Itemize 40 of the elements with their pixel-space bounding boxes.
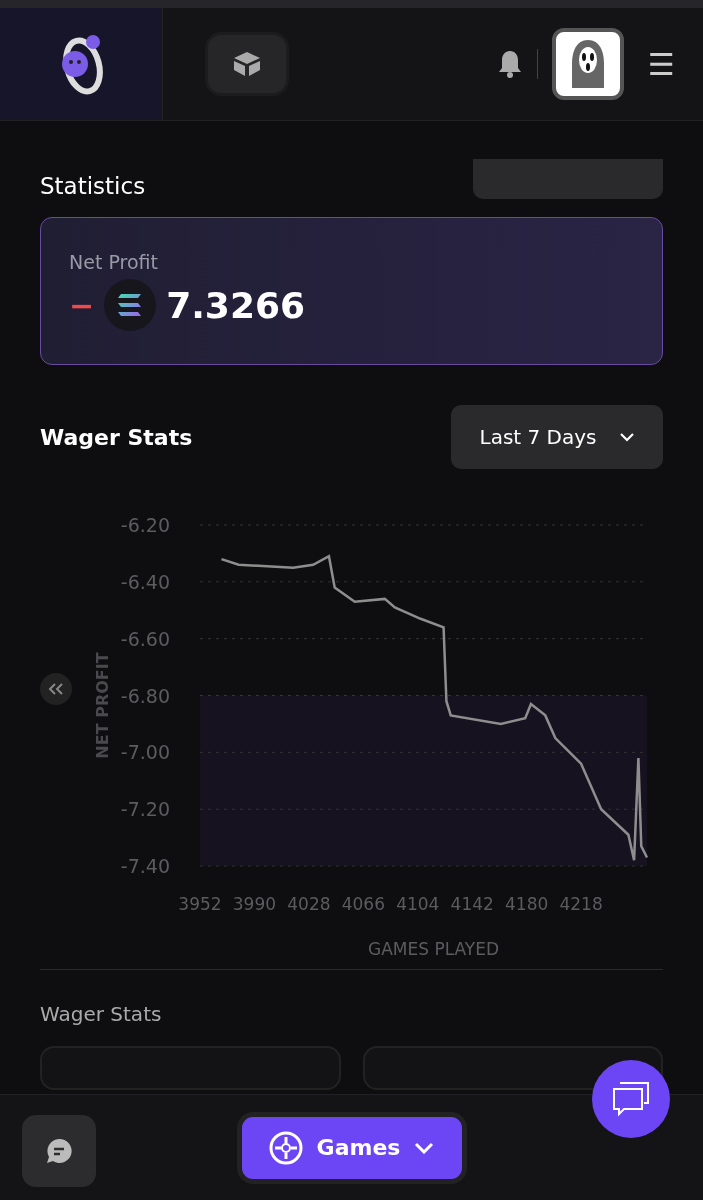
y-tick-label: -7.00 bbox=[120, 741, 170, 764]
menu-button[interactable]: ☰ bbox=[648, 46, 675, 82]
minus-sign: − bbox=[69, 287, 95, 323]
games-button[interactable]: Games bbox=[236, 1111, 467, 1184]
net-profit-label: Net Profit bbox=[69, 251, 159, 273]
net-profit-value: 7.3266 bbox=[166, 284, 306, 326]
box-icon bbox=[232, 50, 262, 78]
coin-icon bbox=[104, 279, 157, 331]
x-tick-label: 4104 bbox=[396, 894, 440, 914]
avatar[interactable] bbox=[552, 28, 625, 100]
y-axis-label: NET PROFIT bbox=[93, 652, 112, 759]
chevron-down-icon bbox=[618, 432, 635, 442]
collapse-button[interactable] bbox=[40, 673, 72, 705]
x-tick-label: 4066 bbox=[341, 894, 385, 914]
y-tick-label: -7.20 bbox=[120, 798, 170, 821]
x-tick-label: 4028 bbox=[287, 894, 331, 914]
y-tick-label: -6.40 bbox=[120, 570, 170, 593]
chat-bubbles-icon bbox=[612, 1081, 650, 1117]
y-tick-label: -6.80 bbox=[120, 684, 170, 707]
x-tick-label: 4142 bbox=[450, 894, 494, 914]
section-title: Statistics bbox=[40, 173, 146, 199]
section-title: Wager Stats bbox=[40, 1002, 163, 1026]
double-chevron-left-icon bbox=[48, 683, 64, 695]
y-tick-label: -6.60 bbox=[120, 627, 170, 650]
gamepad-icon bbox=[268, 1130, 303, 1165]
x-tick-label: 3990 bbox=[232, 894, 277, 914]
box-button[interactable] bbox=[205, 32, 289, 96]
y-tick-label: -6.20 bbox=[120, 514, 170, 536]
section-title: Wager Stats bbox=[40, 424, 193, 450]
x-tick-label: 4180 bbox=[505, 894, 549, 914]
x-tick-label: 4218 bbox=[559, 894, 603, 914]
speech-bubble-icon bbox=[45, 1137, 73, 1165]
x-axis-label: GAMES PLAYED bbox=[368, 939, 499, 959]
chat-button[interactable] bbox=[22, 1115, 96, 1187]
logo-panel[interactable] bbox=[0, 8, 163, 120]
notification-bell-icon[interactable] bbox=[497, 49, 524, 79]
date-range-dropdown[interactable]: Last 7 Days bbox=[451, 405, 663, 469]
x-tick-label: 3952 bbox=[178, 894, 222, 914]
chevron-down-icon bbox=[414, 1141, 435, 1154]
y-tick-label: -7.40 bbox=[120, 855, 170, 877]
